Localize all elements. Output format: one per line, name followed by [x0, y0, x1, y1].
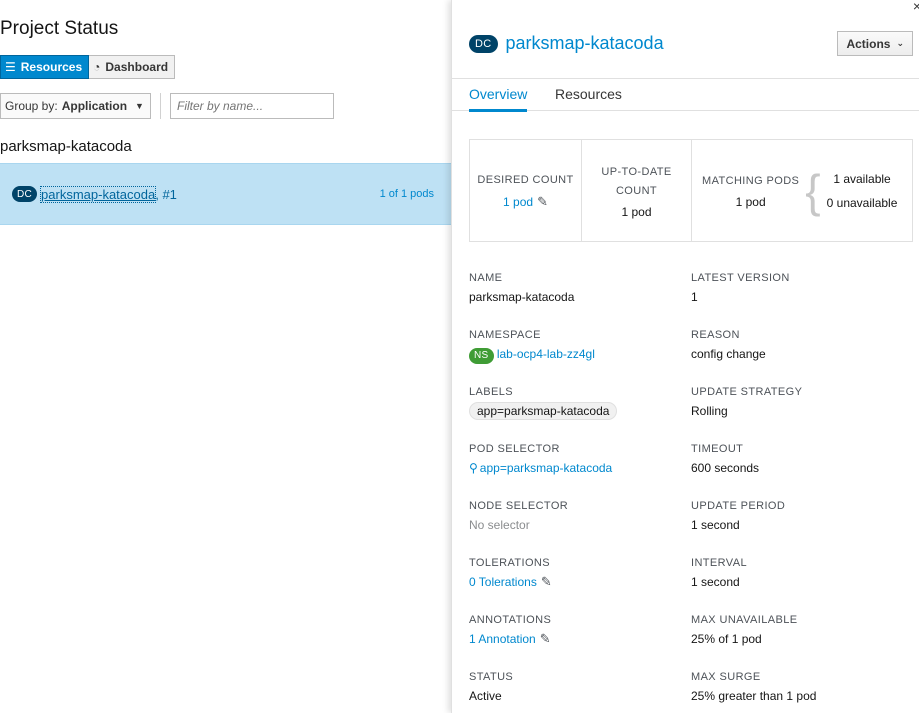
namespace-link[interactable]: lab-ocp4-lab-zz4gl [497, 347, 595, 361]
latest-version-value: 1 [691, 290, 698, 304]
rollout-number-link[interactable]: , #1 [155, 187, 177, 202]
dc-badge: DC [12, 186, 38, 202]
resource-overview-sidebar: × DC parksmap-katacoda Actions ⌄ Overvie… [451, 0, 919, 713]
tolerations-link[interactable]: 0 Tolerations [469, 575, 537, 589]
pencil-icon[interactable]: ✎ [541, 574, 552, 589]
actions-dropdown-button[interactable]: Actions ⌄ [837, 31, 913, 56]
details-right-column: LATEST VERSION 1 REASON config change UP… [691, 270, 913, 713]
details-left-column: NAME parksmap-katacoda NAMESPACE NS lab-… [469, 270, 691, 713]
interval-value: 1 second [691, 575, 740, 589]
name-value: parksmap-katacoda [469, 290, 575, 304]
project-status-pane: Project Status ☰ Resources ◔ Dashboard G… [0, 0, 451, 713]
max-surge-value: 25% greater than 1 pod [691, 689, 817, 703]
resource-name-link[interactable]: parksmap-katacoda [40, 185, 157, 203]
dashboard-view-button[interactable]: ◔ Dashboard [89, 55, 176, 79]
resources-view-button[interactable]: ☰ Resources [0, 55, 90, 79]
view-toggle: ☰ Resources ◔ Dashboard [0, 55, 176, 79]
sidebar-tabs: Overview Resources [452, 78, 919, 112]
dc-badge: DC [469, 34, 498, 53]
desired-count-stat: DESIRED COUNT 1 pod ✎ [470, 140, 582, 241]
pod-count-link[interactable]: 1 of 1 pods [380, 188, 434, 200]
label-chip[interactable]: app=parksmap-katacoda [469, 402, 618, 420]
tab-resources[interactable]: Resources [555, 86, 622, 102]
filter-toolbar: Group by: Application ▼ [0, 93, 334, 119]
update-strategy-value: Rolling [691, 404, 728, 418]
resource-row[interactable]: DC parksmap-katacoda , #1 1 of 1 pods [0, 163, 451, 225]
tab-overview[interactable]: Overview [469, 86, 528, 112]
unavailable-count: 0 unavailable [826, 195, 898, 210]
filter-by-name-input[interactable] [170, 93, 334, 119]
group-by-dropdown[interactable]: Group by: Application ▼ [0, 93, 151, 119]
dashboard-icon: ◔ [93, 60, 101, 74]
application-group-heading: parksmap-katacoda [0, 138, 132, 155]
ns-badge: NS [469, 348, 494, 364]
chevron-down-icon: ▼ [135, 101, 144, 111]
status-value: Active [469, 689, 502, 703]
toolbar-divider [160, 93, 161, 119]
desired-count-link[interactable]: 1 pod [503, 195, 533, 209]
sidebar-header: DC parksmap-katacoda [469, 33, 664, 54]
list-icon: ☰ [5, 60, 16, 74]
pod-selector-link[interactable]: app=parksmap-katacoda [480, 461, 612, 475]
page-title: Project Status [0, 18, 119, 39]
available-count: 1 available [833, 171, 891, 186]
pod-stats-panel: DESIRED COUNT 1 pod ✎ UP-TO-DATE COUNT 1 … [469, 139, 913, 242]
update-period-value: 1 second [691, 518, 740, 532]
matching-pods-stat: MATCHING PODS 1 pod { 1 available 0 unav… [702, 164, 898, 217]
timeout-value: 600 seconds [691, 461, 760, 475]
reason-value: config change [691, 347, 766, 361]
max-unavailable-value: 25% of 1 pod [691, 632, 762, 646]
sidebar-title[interactable]: parksmap-katacoda [506, 33, 664, 54]
pencil-icon[interactable]: ✎ [540, 631, 551, 646]
up-to-date-count-stat: UP-TO-DATE COUNT 1 pod [582, 140, 692, 241]
chevron-down-icon: ⌄ [896, 38, 904, 48]
annotations-link[interactable]: 1 Annotation [469, 632, 536, 646]
brace-divider: { [805, 164, 821, 217]
pencil-icon[interactable]: ✎ [537, 194, 548, 209]
close-icon[interactable]: × [913, 0, 919, 14]
node-selector-value: No selector [469, 518, 530, 532]
search-icon: ⚲ [469, 461, 478, 475]
